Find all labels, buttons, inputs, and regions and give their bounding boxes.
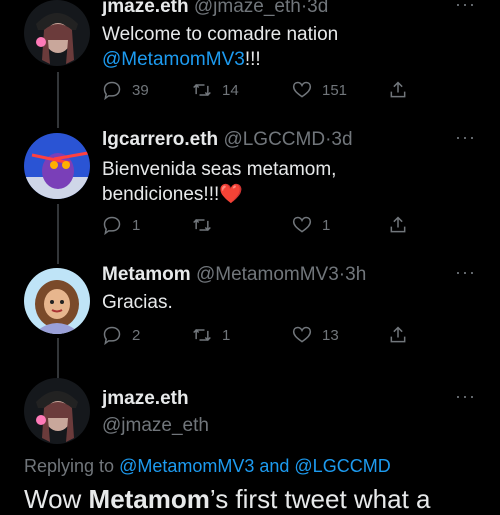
retweet-icon	[193, 83, 211, 97]
share-button[interactable]	[388, 215, 418, 235]
avatar-image	[24, 268, 90, 334]
handle[interactable]: @jmaze_eth	[102, 415, 209, 437]
tweet-text-line: bendiciones!!!❤️	[102, 184, 243, 205]
tweet-text: Bienvenida seas metamom, bendiciones!!!❤…	[102, 157, 336, 207]
share-icon	[390, 81, 406, 98]
tweet-text: Gracias.	[102, 290, 173, 315]
action-bar: 39 14 151	[102, 80, 412, 104]
display-name[interactable]: Metamom	[102, 264, 191, 285]
timestamp[interactable]: 3d	[307, 0, 328, 17]
reply-count: 1	[132, 216, 141, 234]
share-button[interactable]	[388, 325, 418, 345]
like-icon	[292, 216, 312, 233]
more-icon[interactable]: ···	[455, 127, 476, 148]
like-button[interactable]: 1	[292, 215, 330, 235]
reply-icon	[103, 326, 121, 345]
action-bar: 1 1	[102, 215, 412, 239]
reply-count: 2	[132, 326, 141, 344]
tweet-text-line: Welcome to comadre nation	[102, 24, 339, 45]
retweet-button[interactable]: 1	[192, 325, 230, 345]
like-count: 151	[322, 81, 348, 99]
share-button[interactable]	[388, 80, 418, 100]
display-name[interactable]: lgcarrero.eth	[102, 129, 218, 150]
replying-prefix: Replying to	[24, 456, 115, 476]
avatar[interactable]	[24, 268, 90, 334]
reply-button[interactable]: 1	[102, 215, 140, 235]
thread-line	[57, 204, 59, 264]
reply-count: 39	[132, 81, 149, 99]
like-count: 13	[322, 326, 339, 344]
mention-link[interactable]: @MetamomMV3	[102, 49, 245, 70]
like-count: 1	[322, 216, 331, 234]
main-tweet-text-rest: ’s first tweet what a	[209, 484, 431, 514]
retweet-icon	[193, 328, 211, 342]
like-icon	[292, 326, 312, 343]
more-icon[interactable]: ···	[455, 0, 476, 15]
more-icon[interactable]: ···	[455, 262, 476, 283]
avatar-image	[24, 133, 90, 199]
timestamp[interactable]: 3d	[331, 129, 352, 150]
handle[interactable]: @MetamomMV3	[196, 264, 339, 285]
handle[interactable]: @LGCCMD	[223, 129, 325, 150]
tweet-text: Welcome to comadre nation @MetamomMV3!!!	[102, 22, 338, 72]
avatar[interactable]	[24, 378, 90, 444]
avatar-image	[24, 0, 90, 66]
tweet-text-line: Bienvenida seas metamom,	[102, 159, 337, 180]
avatar[interactable]	[24, 0, 90, 66]
retweet-icon	[193, 218, 211, 232]
retweet-count: 14	[222, 81, 239, 99]
handle[interactable]: @jmaze_eth	[194, 0, 301, 17]
reply-button[interactable]: 2	[102, 325, 140, 345]
retweet-count: 1	[222, 326, 231, 344]
share-icon	[390, 326, 406, 343]
avatar-image	[24, 378, 90, 444]
like-button[interactable]: 151	[292, 80, 347, 100]
thread-line	[57, 338, 59, 380]
reply-button[interactable]: 39	[102, 80, 149, 100]
replying-mentions[interactable]: @MetamomMV3 and @LGCCMD	[119, 456, 391, 476]
action-bar: 2 1 13	[102, 325, 412, 349]
tweet-text-suffix: !!!	[244, 49, 261, 70]
replying-to: Replying to @MetamomMV3 and @LGCCMD	[24, 456, 391, 477]
main-tweet-text-start: Wow	[24, 484, 89, 514]
timestamp[interactable]: 3h	[345, 264, 366, 285]
like-icon	[292, 81, 312, 98]
like-button[interactable]: 13	[292, 325, 339, 345]
retweet-button[interactable]: 14	[192, 80, 239, 100]
display-name[interactable]: jmaze.eth	[102, 388, 209, 410]
more-icon[interactable]: ···	[455, 386, 476, 407]
tweet-text-line: Gracias.	[102, 292, 173, 313]
display-name[interactable]: jmaze.eth	[102, 0, 189, 17]
main-tweet-text-bold: Metamom	[88, 484, 210, 514]
retweet-button[interactable]	[192, 215, 222, 235]
reply-icon	[103, 216, 121, 235]
share-icon	[390, 216, 406, 233]
avatar[interactable]	[24, 133, 90, 199]
reply-icon	[103, 81, 121, 100]
thread-line	[57, 72, 59, 128]
